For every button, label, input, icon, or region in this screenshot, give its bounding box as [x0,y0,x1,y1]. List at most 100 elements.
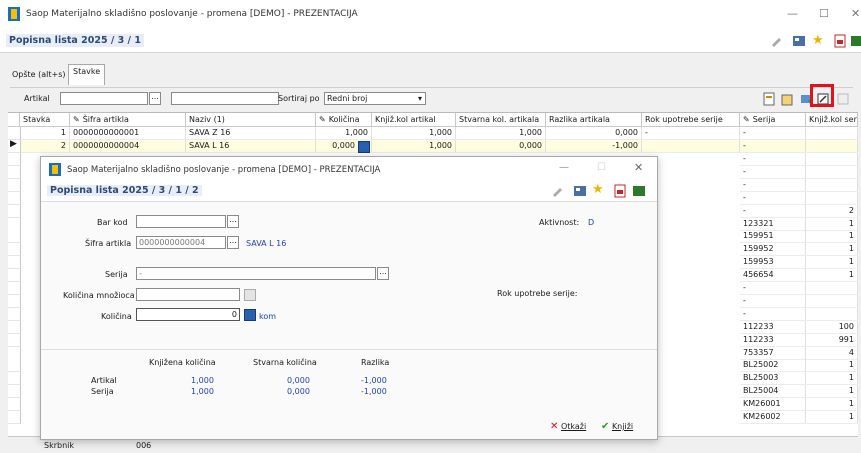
col-header-rok-upotrebe[interactable]: Rok upotrebe serije [642,113,740,127]
pdf-icon[interactable] [613,184,627,200]
cell-razlika: -1,000 [546,140,642,152]
favorite-star-icon[interactable]: ★ [812,33,824,48]
row-selector[interactable] [8,398,21,412]
grid-icon[interactable] [792,34,806,50]
calculator-icon[interactable] [244,289,256,301]
table-row[interactable]: KM26002 1 [740,411,858,424]
row-selector[interactable] [8,359,21,373]
table-row[interactable]: 159953 1 [740,256,858,270]
minimize-icon[interactable]: — [559,162,569,173]
table-row[interactable]: - [740,153,858,166]
cell-stvarna: 1,000 [456,127,546,139]
bar-kod-lookup-button[interactable]: ... [227,215,239,228]
row-selector[interactable] [8,372,21,386]
row-selector[interactable] [8,230,21,244]
row-selector[interactable] [8,385,21,399]
table-row[interactable]: -2 [740,204,858,218]
edit-icon[interactable] [551,184,565,200]
dialog-window-title: Saop Materijalno skladišno poslovanje - … [67,165,381,175]
col-header-razlika[interactable]: Razlika artikala [546,113,642,127]
edit-icon[interactable] [770,34,784,50]
row-selector[interactable] [8,256,21,270]
row-selector[interactable] [8,307,21,321]
table-row[interactable]: 159951 1 [740,230,858,244]
table-row[interactable]: BL25004 1 [740,385,858,399]
table-row[interactable]: - [740,191,858,205]
table-row[interactable]: - [740,178,858,192]
grid-icon[interactable] [573,184,587,200]
artikal-input[interactable] [60,92,148,105]
chevron-down-icon: ▾ [417,94,422,103]
favorite-star-icon[interactable]: ★ [592,182,604,197]
serija-input[interactable]: - [136,267,376,280]
col-header-kolicina[interactable]: ✎ Količina [316,113,372,127]
pdf-icon[interactable] [833,34,847,50]
row-selector[interactable] [8,165,21,179]
cancel-button[interactable]: ✕ Otkaži [550,421,586,432]
row-selector[interactable] [8,411,21,424]
table-row[interactable]: 1 0000000000001 SAVA Z 16 1,000 1,000 1,… [8,127,858,140]
kolicina-input[interactable]: 0 [136,308,240,321]
table-row[interactable]: BL25003 1 [740,372,858,386]
minimize-icon[interactable]: — [787,7,798,20]
table-row[interactable]: 753357 4 [740,346,858,360]
col-header-knjiz-kol[interactable]: Knjiž.kol artikal [372,113,456,127]
kolicina-mnozioca-input[interactable] [136,288,240,301]
table-row-selected[interactable]: ▶ 2 0000000000004 SAVA L 16 0,000 1,000 … [8,139,858,153]
post-button[interactable]: ✔ Knjiži [601,421,633,432]
cell-razlika: 0,000 [546,127,642,139]
book-icon[interactable] [851,34,861,50]
copy-document-icon[interactable] [780,92,794,108]
col-header-sifra[interactable]: ✎ Šifra artikla [70,113,186,127]
table-row[interactable]: - [740,282,858,295]
sifra-artikla-lookup-button[interactable]: ... [227,236,239,249]
col-header-knjiz-serije[interactable]: Knjiž.kol seri [806,113,858,127]
table-row[interactable]: 112233 991 [740,333,858,347]
close-icon[interactable]: ✕ [851,7,860,20]
row-selector[interactable] [8,294,21,308]
cell-kolicina[interactable]: 1,000 [316,127,372,139]
col-header-naziv[interactable]: Naziv (1) [186,113,316,127]
bar-kod-input[interactable] [136,215,226,228]
row-selector[interactable] [8,178,21,192]
maximize-icon[interactable]: ☐ [819,7,829,20]
book-icon[interactable] [633,184,645,200]
table-row[interactable]: 123321 1 [740,217,858,231]
table-row[interactable]: KM26001 1 [740,398,858,412]
tab-opste[interactable]: Opšte (alt+s) [8,68,70,88]
calculator-icon[interactable] [244,309,256,321]
col-header-stavka[interactable]: Stavka [20,113,70,127]
table-row[interactable]: 112233 100 [740,320,858,334]
new-document-icon[interactable] [762,92,776,108]
table-row[interactable]: - [740,165,858,179]
sort-select[interactable]: Redni broj ▾ [324,92,426,105]
tab-stavke[interactable]: Stavke [68,64,106,85]
row-selector[interactable] [8,320,21,334]
cell-naziv: SAVA L 16 [186,140,316,152]
table-row[interactable]: BL25002 1 [740,359,858,373]
row-selector[interactable] [8,191,21,205]
artikal-lookup-button[interactable]: ... [149,92,161,105]
col-header-serija-label: Serija [752,115,776,124]
row-selector[interactable] [8,243,21,257]
col-header-stvarna-kol[interactable]: Stvarna kol. artikala [456,113,546,127]
cell-sifra: 0000000000001 [70,127,186,139]
calculator-icon[interactable] [358,141,370,153]
table-row[interactable]: - [740,307,858,321]
summary-header-razlika: Razlika [361,358,390,367]
sifra-artikla-input[interactable]: 0000000000004 [136,236,226,249]
row-selector[interactable] [8,346,21,360]
row-selector[interactable] [8,153,21,166]
table-row[interactable]: 159952 1 [740,243,858,257]
close-icon[interactable]: ✕ [634,161,643,174]
row-selector[interactable] [8,333,21,347]
row-selector[interactable] [8,269,21,283]
serija-lookup-button[interactable]: ... [377,267,389,280]
row-selector[interactable] [8,204,21,218]
row-selector[interactable] [8,217,21,231]
col-header-serija[interactable]: ✎ Serija [740,113,806,127]
table-row[interactable]: - [740,294,858,308]
dialog-document-title: Popisna lista 2025 / 3 / 1 / 2 [47,185,202,196]
table-row[interactable]: 456654 1 [740,269,858,283]
row-selector[interactable] [8,282,21,295]
